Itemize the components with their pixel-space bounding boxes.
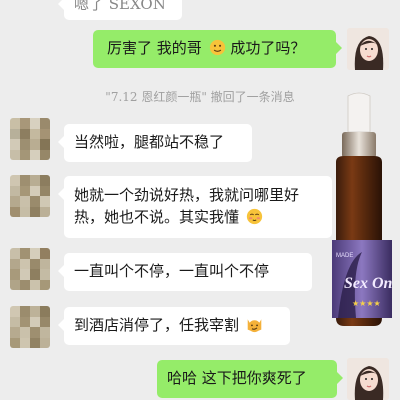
- message-text: 厉害了 我的哥: [107, 39, 202, 57]
- message-bubble-incoming[interactable]: 一直叫个不停，一直叫个不停: [58, 253, 312, 291]
- message-text: 哈哈 这下把你爽死了: [167, 369, 307, 387]
- message-text-line2: 热，她也不说。其实我懂: [74, 206, 322, 228]
- star-icon: ★★★★: [352, 299, 381, 308]
- message-bubble-outgoing[interactable]: 哈哈 这下把你爽死了: [157, 360, 343, 398]
- message-text: 成功了吗？: [230, 39, 306, 57]
- message-text: 到酒店消停了，任我宰割: [74, 316, 240, 334]
- avatar-photo: [347, 28, 389, 70]
- blush-emoji-icon: [246, 208, 262, 225]
- message-bubble-outgoing[interactable]: 厉害了 我的哥 成功了吗？: [93, 30, 342, 68]
- message-bubble-incoming[interactable]: 到酒店消停了，任我宰割: [58, 307, 290, 345]
- message-text: 她就一个劲说好热，我就问哪里好: [74, 186, 300, 204]
- message-bubble-incoming[interactable]: 当然啦，腿都站不稳了: [58, 124, 252, 162]
- product-label-small: MADE: [336, 253, 353, 259]
- product-bottle-image: MADE Sex On ★★★★: [332, 92, 393, 326]
- message-text: 一直叫个不停，一直叫个不停: [74, 262, 270, 280]
- message-text: 热，她也不说。其实我懂: [74, 208, 240, 226]
- message-text: 嗯了 SEXON: [74, 0, 166, 13]
- avatar-contact[interactable]: [10, 306, 50, 348]
- product-label-text: Sex On: [344, 275, 393, 292]
- smirk-cat-emoji-icon: [247, 319, 262, 333]
- avatar-contact[interactable]: [10, 118, 50, 160]
- avatar-self[interactable]: [347, 358, 389, 400]
- message-text: 当然啦，腿都站不稳了: [74, 133, 225, 151]
- victory-emoji-icon: [209, 39, 225, 56]
- message-bubble-partial[interactable]: 嗯了 SEXON: [58, 0, 182, 20]
- avatar-photo: [347, 358, 389, 400]
- message-bubble-incoming[interactable]: 她就一个劲说好热，我就问哪里好 热，她也不说。其实我懂: [58, 176, 332, 238]
- avatar-contact[interactable]: [10, 175, 50, 217]
- avatar-self[interactable]: [347, 28, 389, 70]
- avatar-contact[interactable]: [10, 248, 50, 290]
